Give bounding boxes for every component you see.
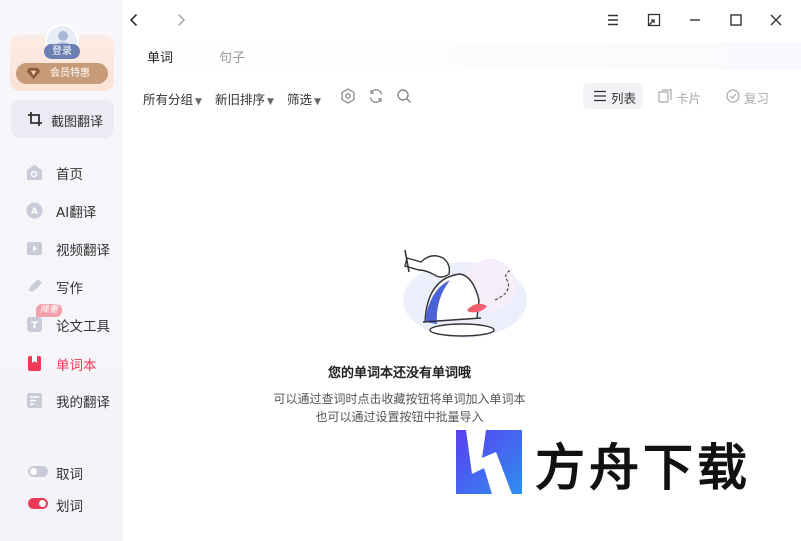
- empty-state-title: 您的单词本还没有单词哦: [327, 366, 471, 381]
- chevron-down-icon: ▼: [314, 97, 321, 107]
- bookmark-icon: [28, 356, 41, 371]
- pen-icon: [27, 279, 42, 294]
- card-icon: [658, 89, 672, 103]
- empty-state-line2: 也可以通过设置按钮中批量导入: [315, 410, 484, 424]
- select-translate-label: 划词: [56, 499, 83, 515]
- document-icon: [27, 393, 42, 408]
- forward-icon[interactable]: [173, 12, 189, 28]
- minimize-icon[interactable]: [687, 12, 703, 28]
- tab-sentences[interactable]: 句子: [219, 47, 245, 66]
- screenshot-translate-label: 截图翻译: [51, 115, 104, 130]
- tab-words[interactable]: 单词: [147, 47, 173, 66]
- select-translate-toggle[interactable]: [28, 498, 48, 509]
- chevron-down-icon: ▼: [267, 97, 274, 107]
- video-icon: [27, 242, 42, 255]
- word-pick-label: 取词: [56, 467, 83, 483]
- crop-icon: [28, 112, 42, 126]
- maximize-icon[interactable]: [728, 12, 744, 28]
- text-icon: T: [27, 317, 42, 332]
- watermark-logo-icon: [456, 430, 522, 494]
- sidebar: 登录 会员特惠 截图翻译 首页 A AI翻译 视频翻译 写作 T 论文工具 降重…: [0, 0, 123, 541]
- sort-filter-dropdown[interactable]: 新旧排序 ▼: [215, 89, 274, 108]
- watermark-text: 方舟下载: [535, 439, 751, 497]
- mini-window-icon[interactable]: [646, 12, 662, 28]
- word-pick-toggle[interactable]: [28, 466, 48, 477]
- group-filter-dropdown[interactable]: 所有分组 ▼: [143, 89, 202, 108]
- view-card-button[interactable]: 卡片: [648, 83, 712, 109]
- list-icon: [594, 90, 606, 102]
- check-circle-icon: [726, 89, 740, 103]
- menu-icon[interactable]: [605, 12, 621, 28]
- vip-gem-icon: [26, 67, 41, 80]
- home-icon: [27, 165, 42, 180]
- screen-filter-dropdown[interactable]: 筛选 ▼: [287, 89, 321, 108]
- close-icon[interactable]: [768, 12, 784, 28]
- search-icon[interactable]: [396, 88, 412, 104]
- sync-icon[interactable]: [368, 88, 384, 104]
- screenshot-translate-button[interactable]: 截图翻译: [11, 100, 114, 138]
- ai-translate-icon: A: [26, 202, 43, 219]
- settings-icon[interactable]: [340, 88, 356, 104]
- view-review-button[interactable]: 复习: [716, 83, 780, 109]
- reduce-duplication-badge: 降重: [36, 304, 63, 317]
- svg-text:A: A: [31, 207, 38, 217]
- chevron-down-icon: ▼: [195, 97, 202, 107]
- svg-text:T: T: [31, 321, 38, 332]
- login-button[interactable]: 登录: [44, 44, 80, 59]
- empty-cloche-illustration: [403, 249, 527, 338]
- view-list-button[interactable]: 列表: [583, 83, 643, 109]
- empty-state-line1: 可以通过查词时点击收藏按钮将单词加入单词本: [273, 392, 526, 406]
- back-icon[interactable]: [126, 12, 142, 28]
